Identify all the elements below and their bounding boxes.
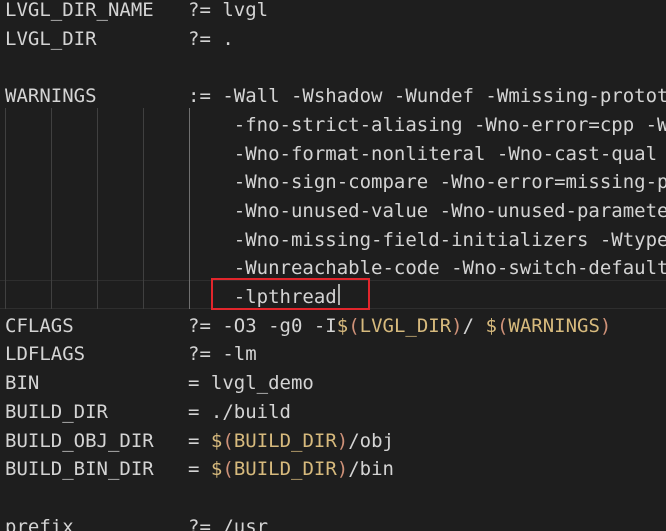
code-token: LVGL_DIR ?= . — [5, 27, 234, 50]
code-line[interactable]: BUILD_BIN_DIR = $(BUILD_DIR)/bin — [5, 455, 394, 484]
code-token: / — [462, 314, 486, 337]
code-line[interactable]: -Wno-sign-compare -Wno-error=missing-pro… — [5, 168, 666, 197]
code-line[interactable]: LVGL_DIR_NAME ?= lvgl — [5, 0, 268, 25]
code-token: $ — [336, 314, 349, 337]
code-token: ( — [222, 429, 234, 452]
code-token: -fno-strict-aliasing -Wno-error=cpp -Wun… — [233, 113, 666, 136]
code-line[interactable]: -fno-strict-aliasing -Wno-error=cpp -Wun… — [5, 111, 666, 140]
code-line[interactable]: WARNINGS := -Wall -Wshadow -Wundef -Wmis… — [5, 82, 666, 111]
code-line[interactable]: -Wno-unused-value -Wno-unused-parameter — [5, 197, 666, 226]
code-line[interactable]: LDFLAGS ?= -lm — [5, 340, 257, 369]
code-token: /obj — [348, 429, 394, 452]
code-token: ) — [599, 314, 612, 337]
code-line[interactable]: BUILD_DIR = ./build — [5, 398, 291, 427]
code-token: WARNINGS := -Wall -Wshadow -Wundef -Wmis… — [5, 85, 666, 108]
code-token: ) — [451, 314, 463, 337]
code-line[interactable]: -Wno-missing-field-initializers -Wtype-l… — [5, 226, 666, 255]
code-token: BUILD_DIR = ./build — [5, 400, 291, 423]
code-line[interactable]: BIN = lvgl_demo — [5, 369, 314, 398]
code-editor[interactable]: LVGL_DIR_NAME ?= lvgl LVGL_DIR ?= . WARNIN… — [0, 0, 666, 531]
annotation-highlight-box — [211, 278, 370, 310]
code-line[interactable]: LVGL_DIR ?= . — [5, 25, 234, 54]
code-token: -Wno-format-nonliteral -Wno-cast-qual -W… — [233, 142, 658, 165]
code-token: ( — [222, 458, 234, 481]
code-token: $ — [210, 429, 223, 452]
code-token: ( — [496, 314, 509, 337]
code-token: -Wno-unused-value -Wno-unused-parameter — [5, 199, 666, 222]
code-token: -Wunreachable-code -Wno-switch-default — [5, 257, 666, 280]
code-line[interactable]: BUILD_OBJ_DIR = $(BUILD_DIR)/obj — [5, 427, 394, 456]
code-token: WARNINGS — [508, 314, 600, 337]
code-token: BIN = lvgl_demo — [5, 372, 314, 395]
code-line[interactable]: prefix ?= /usr — [5, 513, 268, 531]
code-token: LVGL_DIR — [359, 314, 452, 337]
code-token: LDFLAGS ?= -lm — [5, 343, 257, 366]
code-token: BUILD_OBJ_DIR = — [5, 429, 211, 452]
code-token: ) — [336, 429, 349, 452]
code-token: BUILD_BIN_DIR = — [5, 458, 211, 481]
code-token: BUILD_DIR — [233, 458, 337, 481]
code-token: prefix ?= /usr — [5, 515, 269, 531]
code-token: $ — [485, 314, 497, 337]
code-token: $ — [210, 458, 223, 481]
code-token: -Wno-missing-field-initializers -Wtype-l… — [233, 228, 666, 251]
code-line[interactable]: -Wno-format-nonliteral -Wno-cast-qual -W… — [5, 140, 666, 169]
code-token: LVGL_DIR_NAME ?= lvgl — [5, 0, 269, 21]
code-token: CFLAGS ?= -O3 -g0 -I — [5, 314, 337, 337]
code-token: ) — [336, 458, 349, 481]
code-token: BUILD_DIR — [233, 429, 337, 452]
code-line[interactable]: CFLAGS ?= -O3 -g0 -I$(LVGL_DIR)/ $(WARNI… — [5, 312, 611, 341]
code-token: -Wno-sign-compare -Wno-error=missing-pro… — [233, 171, 666, 194]
code-token: /bin — [348, 458, 394, 481]
text-cursor[interactable] — [338, 284, 340, 305]
code-token: ( — [348, 314, 360, 337]
